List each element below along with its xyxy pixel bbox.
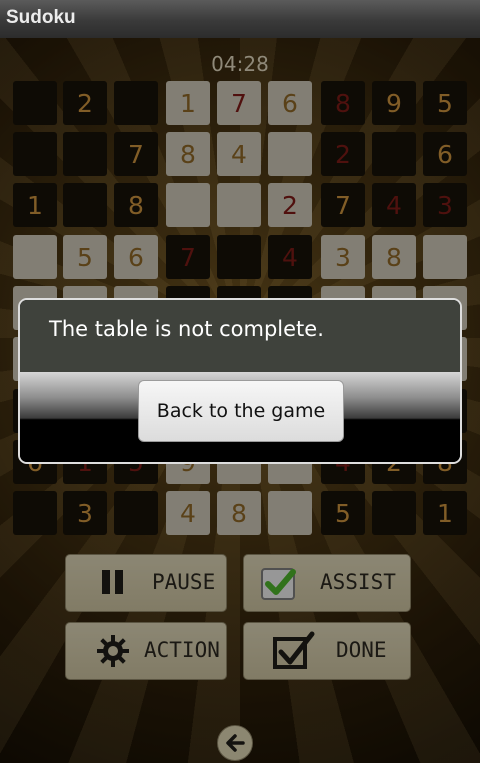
- title-bar: Sudoku: [0, 0, 480, 39]
- dialog-message-area: The table is not complete.: [20, 300, 460, 372]
- alert-dialog: The table is not complete. Back to the g…: [18, 298, 462, 464]
- app-title: Sudoku: [6, 7, 76, 28]
- dialog-message: The table is not complete.: [49, 317, 324, 341]
- back-to-game-button[interactable]: Back to the game: [138, 380, 344, 442]
